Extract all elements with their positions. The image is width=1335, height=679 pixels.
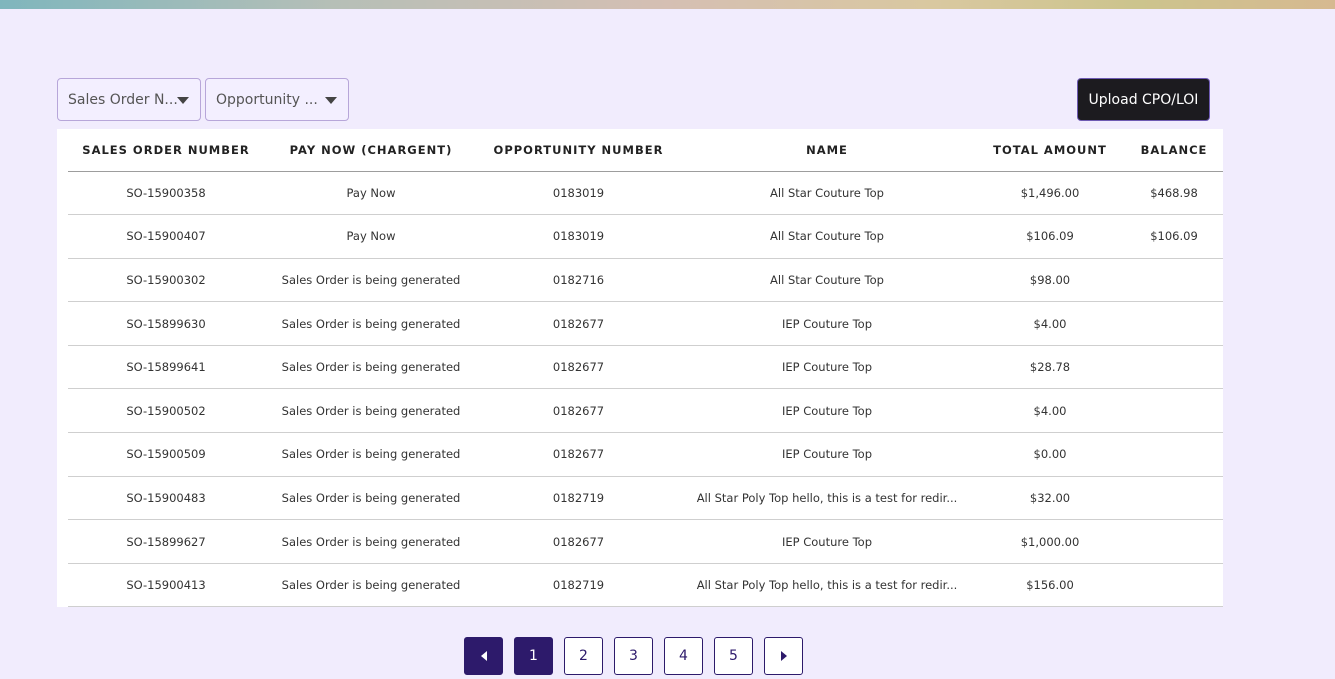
table-row: SO-15900483 Sales Order is being generat…: [68, 476, 1223, 521]
table-row: SO-15899627 Sales Order is being generat…: [68, 519, 1223, 564]
cell-balance: [1125, 476, 1223, 521]
cell-opportunity-number: 0182677: [478, 519, 679, 564]
caret-left-icon: [480, 651, 487, 661]
cell-opportunity-number: 0182677: [478, 301, 679, 346]
page-button-2[interactable]: 2: [564, 637, 603, 675]
previous-page-button[interactable]: [464, 637, 503, 675]
chevron-down-icon: [177, 97, 189, 104]
cell-balance: [1125, 563, 1223, 608]
table-row: SO-15899630 Sales Order is being generat…: [68, 301, 1223, 346]
cell-balance: [1125, 388, 1223, 434]
header-name[interactable]: NAME: [679, 129, 975, 172]
cell-sales-order-number: SO-15900413: [68, 563, 264, 608]
cell-opportunity-number: 0183019: [478, 214, 679, 259]
cell-opportunity-number: 0182677: [478, 345, 679, 390]
cell-total-amount: $98.00: [975, 258, 1125, 303]
cell-total-amount: $4.00: [975, 388, 1125, 434]
cell-sales-order-number: SO-15900302: [68, 258, 264, 303]
table-row: SO-15900407 Pay Now 0183019 All Star Cou…: [68, 214, 1223, 259]
cell-pay-now-status: Sales Order is being generated: [264, 258, 478, 303]
opportunity-filter[interactable]: Opportunity ...: [205, 78, 349, 121]
cell-pay-now-status: Sales Order is being generated: [264, 388, 478, 434]
cell-sales-order-number: SO-15899627: [68, 519, 264, 564]
cell-name: IEP Couture Top: [679, 519, 975, 564]
table-row: SO-15900358 Pay Now 0183019 All Star Cou…: [68, 171, 1223, 216]
cell-pay-now-status: Sales Order is being generated: [264, 345, 478, 390]
caret-right-icon: [780, 651, 787, 661]
cell-name: All Star Poly Top hello, this is a test …: [679, 476, 975, 521]
cell-name: IEP Couture Top: [679, 432, 975, 477]
cell-pay-now-status: Sales Order is being generated: [264, 476, 478, 521]
cell-opportunity-number: 0182677: [478, 388, 679, 434]
header-opportunity-number[interactable]: OPPORTUNITY NUMBER: [478, 129, 679, 172]
cell-sales-order-number: SO-15900407: [68, 214, 264, 259]
sales-order-number-filter[interactable]: Sales Order N...: [57, 78, 201, 121]
cell-opportunity-number: 0182677: [478, 432, 679, 477]
top-gradient-bar: [0, 0, 1335, 9]
cell-sales-order-number: SO-15899630: [68, 301, 264, 346]
cell-balance: [1125, 345, 1223, 390]
cell-name: IEP Couture Top: [679, 301, 975, 346]
cell-name: All Star Couture Top: [679, 171, 975, 216]
cell-balance: [1125, 432, 1223, 477]
cell-sales-order-number: SO-15899641: [68, 345, 264, 390]
sales-orders-table-panel: SALES ORDER NUMBER PAY NOW (CHARGENT) OP…: [57, 129, 1223, 608]
cell-total-amount: $1,000.00: [975, 519, 1125, 564]
cell-total-amount: $4.00: [975, 301, 1125, 346]
chevron-down-icon: [325, 97, 337, 104]
upload-cpo-loi-button[interactable]: Upload CPO/LOI: [1077, 78, 1210, 121]
cell-name: All Star Couture Top: [679, 214, 975, 259]
sales-orders-table: SALES ORDER NUMBER PAY NOW (CHARGENT) OP…: [68, 129, 1223, 608]
table-row: SO-15900509 Sales Order is being generat…: [68, 432, 1223, 477]
cell-name: All Star Poly Top hello, this is a test …: [679, 563, 975, 608]
cell-total-amount: $156.00: [975, 563, 1125, 608]
cell-total-amount: $1,496.00: [975, 171, 1125, 216]
cell-total-amount: $0.00: [975, 432, 1125, 477]
cell-pay-now-status: Sales Order is being generated: [264, 432, 478, 477]
cell-name: All Star Couture Top: [679, 258, 975, 303]
table-row: SO-15900413 Sales Order is being generat…: [68, 563, 1223, 608]
cell-balance: $106.09: [1125, 214, 1223, 259]
opportunity-filter-label: Opportunity ...: [216, 91, 318, 108]
page-button-5[interactable]: 5: [714, 637, 753, 675]
pagination: 1 2 3 4 5: [464, 637, 803, 675]
table-header-row: SALES ORDER NUMBER PAY NOW (CHARGENT) OP…: [68, 129, 1223, 172]
pay-now-link[interactable]: Pay Now: [264, 171, 478, 216]
cell-pay-now-status: Sales Order is being generated: [264, 301, 478, 346]
pay-now-link[interactable]: Pay Now: [264, 214, 478, 259]
cell-balance: [1125, 258, 1223, 303]
cell-sales-order-number: SO-15900358: [68, 171, 264, 216]
cell-name: IEP Couture Top: [679, 345, 975, 390]
cell-opportunity-number: 0182719: [478, 563, 679, 608]
cell-sales-order-number: SO-15900502: [68, 388, 264, 434]
cell-opportunity-number: 0182716: [478, 258, 679, 303]
header-pay-now[interactable]: PAY NOW (CHARGENT): [264, 129, 478, 172]
table-row: SO-15899641 Sales Order is being generat…: [68, 345, 1223, 390]
header-total-amount[interactable]: TOTAL AMOUNT: [975, 129, 1125, 172]
cell-total-amount: $106.09: [975, 214, 1125, 259]
next-page-button[interactable]: [764, 637, 803, 675]
cell-balance: [1125, 519, 1223, 564]
cell-total-amount: $32.00: [975, 476, 1125, 521]
page-button-3[interactable]: 3: [614, 637, 653, 675]
header-balance[interactable]: BALANCE: [1125, 129, 1223, 172]
sales-order-filter-label: Sales Order N...: [68, 91, 178, 108]
cell-sales-order-number: SO-15900509: [68, 432, 264, 477]
cell-pay-now-status: Sales Order is being generated: [264, 519, 478, 564]
header-sales-order-number[interactable]: SALES ORDER NUMBER: [68, 129, 264, 172]
cell-pay-now-status: Sales Order is being generated: [264, 563, 478, 608]
table-row: SO-15900302 Sales Order is being generat…: [68, 258, 1223, 303]
cell-opportunity-number: 0183019: [478, 171, 679, 216]
page-button-1[interactable]: 1: [514, 637, 553, 675]
cell-balance: $468.98: [1125, 171, 1223, 216]
cell-name: IEP Couture Top: [679, 388, 975, 434]
cell-balance: [1125, 301, 1223, 346]
table-row: SO-15900502 Sales Order is being generat…: [68, 388, 1223, 434]
page-button-4[interactable]: 4: [664, 637, 703, 675]
cell-total-amount: $28.78: [975, 345, 1125, 390]
cell-sales-order-number: SO-15900483: [68, 476, 264, 521]
cell-opportunity-number: 0182719: [478, 476, 679, 521]
